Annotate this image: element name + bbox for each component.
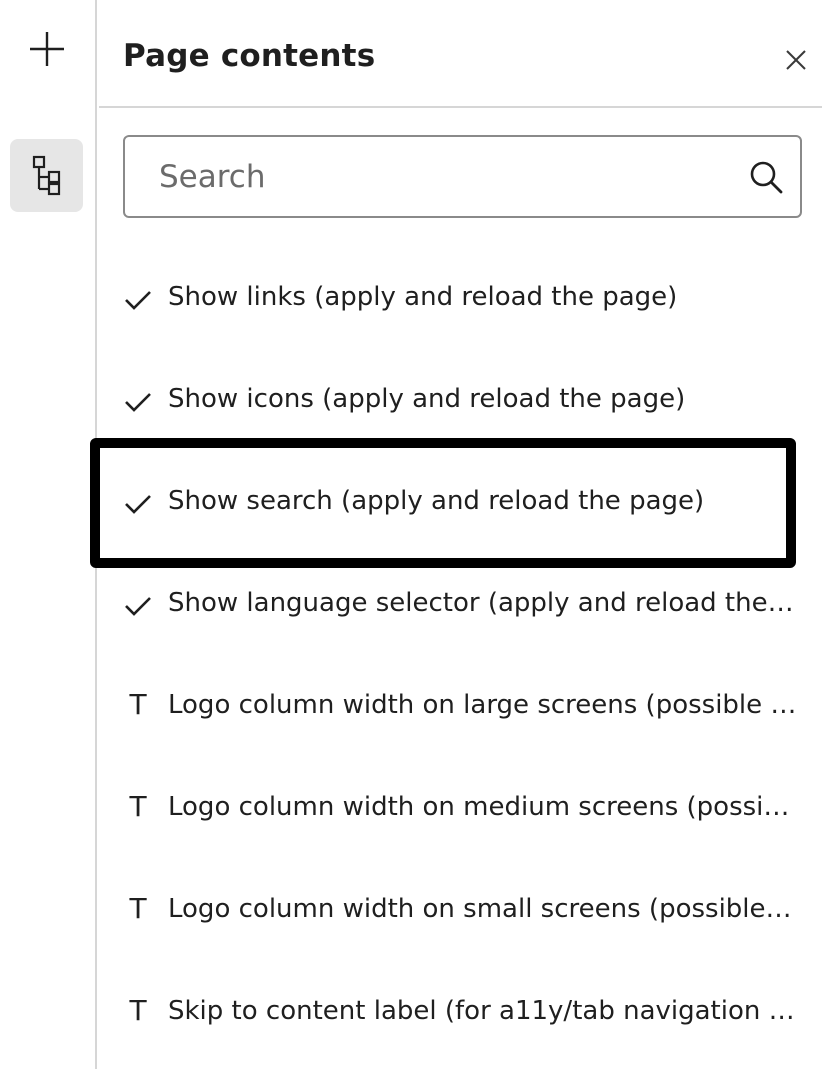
check-icon: [123, 489, 153, 519]
text-icon: T: [129, 789, 147, 823]
list-item[interactable]: T Logo column width on large screens (po…: [99, 657, 822, 759]
list-item[interactable]: T Logo column width on small screens (po…: [99, 861, 822, 963]
search-icon[interactable]: [748, 159, 784, 195]
list-item[interactable]: T Skip to content label (for a11y/tab na…: [99, 963, 822, 1065]
list-item[interactable]: Show icons (apply and reload the page): [99, 351, 822, 453]
panel-header: Page contents: [99, 0, 822, 108]
text-icon: T: [129, 993, 147, 1027]
page-contents-panel: Page contents Show links (apply and relo…: [99, 0, 822, 1069]
left-rail: [0, 0, 97, 1069]
text-icon: T: [129, 891, 147, 925]
panel-title: Page contents: [123, 38, 376, 74]
check-icon: [123, 591, 153, 621]
list-item-label: Show links (apply and reload the page): [168, 282, 678, 312]
list-item-label: Logo column width on small screens (poss…: [168, 894, 798, 924]
list-item-label: Logo column width on large screens (poss…: [168, 690, 797, 720]
list-item-label: Show search (apply and reload the page): [168, 486, 705, 516]
list-item-label: Show language selector (apply and reload…: [168, 588, 794, 618]
add-button[interactable]: [10, 12, 83, 85]
close-button[interactable]: [780, 44, 812, 76]
page-tree-icon: [32, 155, 60, 195]
list-item-label: Logo column width on medium screens (pos…: [168, 792, 790, 822]
check-icon: [123, 387, 153, 417]
plus-icon: [29, 31, 64, 66]
close-icon: [786, 50, 806, 70]
list-item-label: Show icons (apply and reload the page): [168, 384, 686, 414]
list-item[interactable]: T Logo column width on medium screens (p…: [99, 759, 822, 861]
search-box: [123, 135, 802, 218]
page-contents-app: Page contents Show links (apply and relo…: [0, 0, 822, 1069]
check-icon: [123, 285, 153, 315]
list-item[interactable]: Show search (apply and reload the page): [99, 453, 822, 555]
list-item[interactable]: Show language selector (apply and reload…: [99, 555, 822, 657]
contents-list: Show links (apply and reload the page) S…: [99, 249, 822, 1065]
list-item-label: Skip to content label (for a11y/tab navi…: [168, 996, 795, 1026]
search-input[interactable]: [125, 137, 735, 216]
text-icon: T: [129, 687, 147, 721]
page-tree-button[interactable]: [10, 139, 83, 212]
list-item[interactable]: Show links (apply and reload the page): [99, 249, 822, 351]
